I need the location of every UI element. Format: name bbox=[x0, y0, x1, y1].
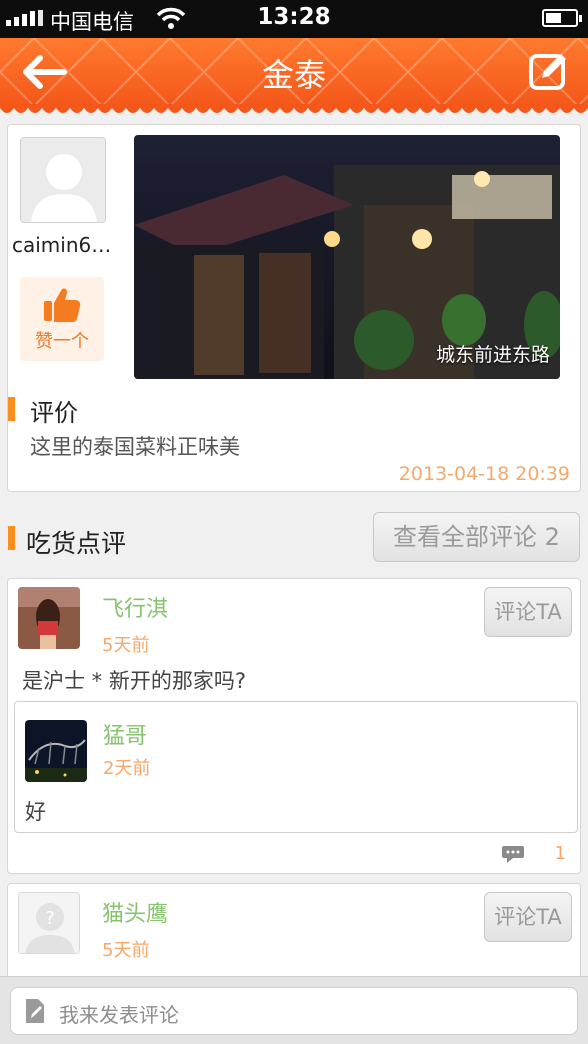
like-label: 赞一个 bbox=[35, 331, 89, 352]
commenter-name[interactable]: 猫头鹰 bbox=[102, 896, 168, 928]
reply-text: 好 bbox=[25, 800, 46, 824]
like-button[interactable]: 赞一个 bbox=[20, 277, 104, 361]
default-avatar-icon bbox=[21, 138, 105, 222]
username[interactable]: caimin6… bbox=[12, 233, 124, 257]
svg-text:?: ? bbox=[45, 908, 55, 929]
nav-bar: 金泰 bbox=[0, 38, 588, 106]
content-scroll[interactable]: caimin6… 赞一个 城东前进东路 评价 这里的泰国菜料正味美 2013-0… bbox=[0, 118, 588, 976]
page-title: 金泰 bbox=[261, 56, 326, 94]
review-text: 这里的泰国菜料正味美 bbox=[30, 435, 240, 459]
unknown-user-avatar-icon: ? bbox=[19, 893, 79, 953]
reply-time: 2天前 bbox=[103, 758, 151, 779]
comment-input-placeholder: 我来发表评论 bbox=[59, 1003, 179, 1027]
reply-count[interactable]: 1 bbox=[501, 843, 566, 864]
pencil-note-icon bbox=[26, 999, 44, 1023]
speech-bubble-icon bbox=[501, 845, 524, 863]
bottom-input-bar: 我来发表评论 bbox=[0, 976, 588, 1044]
nav-scallop-edge bbox=[0, 104, 588, 113]
avatar-photo bbox=[18, 587, 80, 649]
comment-card: 飞行淇 5天前 评论TA 是沪士 * 新开的那家吗? 猛哥 2天前 好 1 bbox=[7, 578, 581, 874]
post-card: caimin6… 赞一个 城东前进东路 评价 这里的泰国菜料正味美 2013-0… bbox=[7, 124, 581, 492]
comments-section-header: 吃货点评 查看全部评论 2 bbox=[0, 512, 588, 566]
section-marker bbox=[8, 397, 15, 421]
post-timestamp: 2013-04-18 20:39 bbox=[398, 463, 570, 485]
commenter-avatar[interactable] bbox=[18, 587, 80, 649]
photo-location-caption: 城东前进东路 bbox=[435, 344, 550, 366]
edit-icon[interactable] bbox=[528, 50, 570, 92]
comment-card: ? 猫头鹰 5天前 评论TA bbox=[7, 883, 581, 976]
comment-input[interactable]: 我来发表评论 bbox=[10, 987, 578, 1035]
status-bar: 中国电信 13:28 bbox=[0, 0, 588, 38]
clock: 13:28 bbox=[257, 4, 331, 30]
commenter-avatar[interactable]: ? bbox=[18, 892, 80, 954]
reply-button[interactable]: 评论TA bbox=[484, 892, 572, 942]
sub-reply: 猛哥 2天前 好 bbox=[14, 701, 578, 833]
review-heading: 评价 bbox=[30, 399, 78, 427]
reply-button[interactable]: 评论TA bbox=[484, 587, 572, 637]
section-marker bbox=[8, 526, 15, 550]
reply-count-number: 1 bbox=[554, 843, 566, 864]
user-avatar[interactable] bbox=[20, 137, 106, 223]
thumbs-up-icon bbox=[44, 288, 81, 322]
view-all-comments-button[interactable]: 查看全部评论 2 bbox=[373, 512, 580, 562]
comment-time: 5天前 bbox=[102, 940, 150, 961]
comment-text: 是沪士 * 新开的那家吗? bbox=[22, 669, 246, 693]
commenter-name[interactable]: 飞行淇 bbox=[102, 591, 168, 623]
comments-section-title: 吃货点评 bbox=[26, 529, 127, 558]
replier-avatar[interactable] bbox=[25, 720, 87, 782]
avatar-photo bbox=[25, 720, 87, 782]
restaurant-photo[interactable]: 城东前进东路 bbox=[134, 135, 560, 379]
comment-time: 5天前 bbox=[102, 635, 150, 656]
replier-name[interactable]: 猛哥 bbox=[103, 718, 147, 750]
battery-icon bbox=[542, 9, 582, 27]
